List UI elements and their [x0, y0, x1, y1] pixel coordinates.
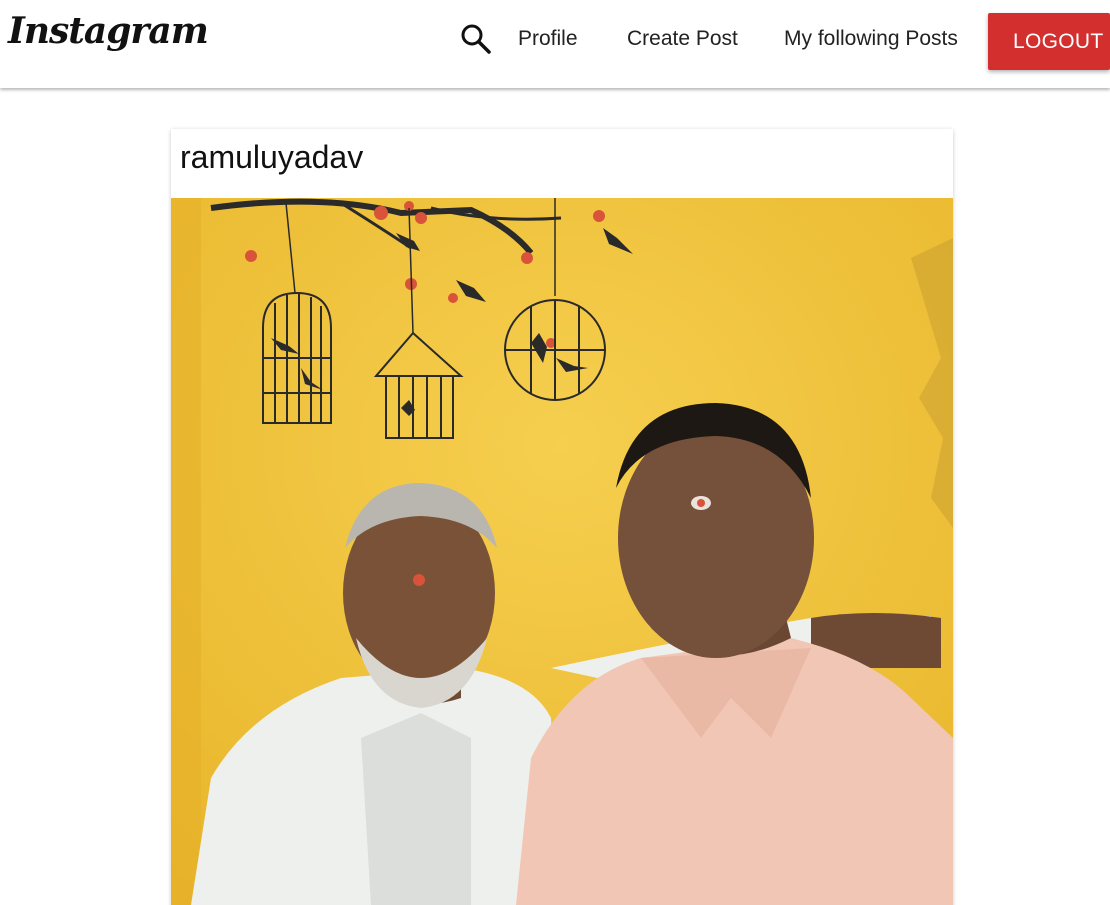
logout-button[interactable]: LOGOUT: [988, 13, 1110, 70]
post-image: [171, 198, 953, 905]
post-card: ramuluyadav: [171, 129, 953, 905]
nav-link-following-posts[interactable]: My following Posts: [784, 27, 958, 51]
nav-link-create-post[interactable]: Create Post: [627, 27, 738, 51]
nav-link-profile[interactable]: Profile: [518, 27, 578, 51]
search-icon[interactable]: [458, 21, 494, 57]
post-author-name[interactable]: ramuluyadav: [180, 139, 363, 176]
navbar: Instagram Profile Create Post My followi…: [0, 0, 1110, 88]
brand-logo[interactable]: Instagram: [8, 10, 209, 52]
